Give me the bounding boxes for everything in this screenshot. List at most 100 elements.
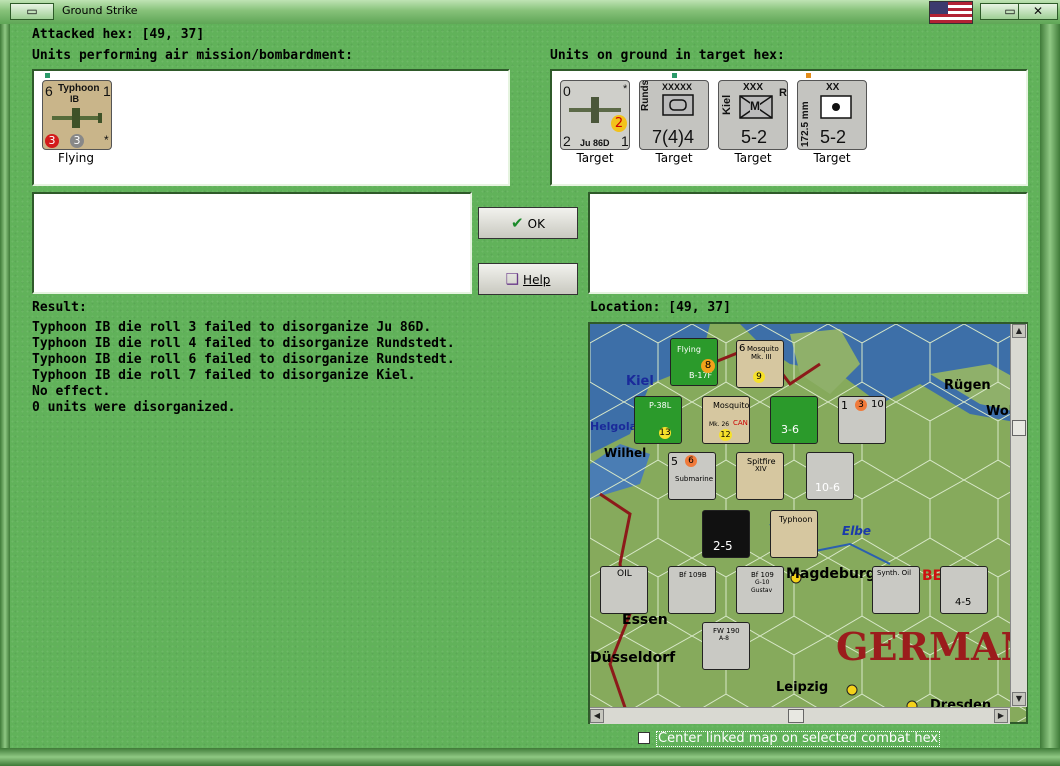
- scroll-down-icon[interactable]: ▼: [1012, 692, 1026, 706]
- attacker-info-panel: [32, 192, 472, 294]
- ground-unit-counter-ju86d[interactable]: 0 * 2 2 Ju 86D 1: [560, 80, 630, 150]
- window-frame-left: [0, 24, 10, 766]
- help-book-icon: ❑: [505, 270, 520, 288]
- center-map-checkbox-label[interactable]: Center linked map on selected combat hex: [656, 731, 941, 747]
- map-label-rugen: Rügen: [944, 378, 991, 393]
- map-counter-name: Flying: [677, 345, 701, 354]
- unit-star: *: [104, 133, 109, 147]
- map-counter-name: CAN: [733, 419, 748, 427]
- air-unit-counter[interactable]: 6 Typhoon IB 1 3 3 *: [42, 80, 112, 150]
- unit-size: XX: [826, 82, 840, 93]
- aircraft-icon: [52, 108, 102, 128]
- result-heading: Result:: [32, 300, 87, 315]
- map-counter-value: 9: [753, 371, 765, 383]
- location-value: [49, 37]: [668, 300, 731, 315]
- map-counter[interactable]: OIL: [600, 566, 648, 614]
- map-counter-name: Typhoon: [779, 515, 813, 524]
- ground-unit-counter-172mm[interactable]: XX 172.5 mm 5-2: [797, 80, 867, 150]
- map-counter[interactable]: 10-6: [806, 452, 854, 500]
- ok-button[interactable]: ✔ OK: [478, 207, 578, 239]
- result-line: No effect.: [32, 384, 111, 399]
- map-vertical-scrollbar[interactable]: ▲ ▼: [1010, 324, 1027, 707]
- map-counter-value: 6: [739, 343, 746, 354]
- map-counter[interactable]: 6 Mosquito Mk. III 9: [736, 340, 784, 388]
- map-label-elbe: Elbe: [842, 524, 872, 538]
- result-line: Typhoon IB die roll 4 failed to disorgan…: [32, 336, 455, 351]
- map-counter-name: Submarine: [675, 475, 713, 483]
- map-horizontal-scrollbar[interactable]: ◀ ▶: [590, 707, 1010, 724]
- ground-unit-status: Target: [813, 151, 851, 165]
- map-counter-value: 5: [671, 455, 678, 468]
- scroll-up-icon[interactable]: ▲: [1012, 324, 1026, 338]
- map-counter-value: 12: [719, 429, 732, 441]
- location-map[interactable]: Kiel Rügen Wol Helgoland Wilhel Elbe Mag…: [588, 322, 1028, 724]
- attacked-hex-value: [49, 37]: [141, 27, 205, 42]
- map-counter[interactable]: Flying B-17F 8: [670, 338, 718, 386]
- checkmark-icon: ✔: [511, 214, 524, 232]
- window-frame-right: [1040, 24, 1060, 766]
- scroll-right-icon[interactable]: ▶: [994, 709, 1008, 723]
- result-line: Typhoon IB die roll 6 failed to disorgan…: [32, 352, 455, 367]
- unit-flag: R: [779, 87, 787, 99]
- map-counter[interactable]: Synth. Oil: [872, 566, 920, 614]
- unit-strength: 5-2: [741, 127, 768, 147]
- location-label: Location: [49, 37]: [590, 300, 731, 315]
- unit-badge: 3: [70, 134, 84, 148]
- ground-unit-counter-kiel[interactable]: XXX R Kiel M 5-2: [718, 80, 788, 150]
- system-menu-button[interactable]: ▭: [10, 3, 54, 20]
- map-counter[interactable]: 1 3 10: [838, 396, 886, 444]
- close-button[interactable]: ✕: [1018, 3, 1058, 20]
- window-title: Ground Strike: [62, 4, 138, 17]
- air-units-panel: 6 Typhoon IB 1 3 3 * Flying: [32, 69, 510, 186]
- unit-side-name: 172.5 mm: [800, 101, 811, 147]
- map-counter[interactable]: Spitfire XIV: [736, 452, 784, 500]
- ground-units-panel: 0 * 2 2 Ju 86D 1 Target XXXXX Rundstedt …: [550, 69, 1028, 186]
- air-unit-status: Flying: [58, 151, 94, 165]
- title-bar: ▭ Ground Strike ▭ ✕: [0, 0, 1060, 25]
- map-counter-value: 2-5: [713, 539, 733, 553]
- map-label-leipzig: Leipzig: [776, 680, 829, 695]
- map-counter-value: 4-5: [955, 597, 972, 608]
- map-counter-value: 10: [871, 399, 884, 410]
- country-flag-icon: [929, 1, 973, 24]
- map-label-dusseldorf: Düsseldorf: [590, 650, 676, 666]
- unit-name: Ju 86D: [580, 138, 610, 148]
- unit-stat: 1: [103, 83, 111, 99]
- unit-size: XXXXX: [662, 82, 693, 92]
- map-label-germany: GERMAN: [836, 624, 1028, 669]
- vertical-scroll-thumb[interactable]: [1012, 420, 1026, 436]
- map-counter[interactable]: 5 6 Submarine: [668, 452, 716, 500]
- help-button[interactable]: ❑ Help: [478, 263, 578, 295]
- horizontal-scroll-thumb[interactable]: [788, 709, 804, 723]
- map-counter-value: 13: [659, 427, 671, 439]
- map-counter[interactable]: P-38L 13: [634, 396, 682, 444]
- window-frame-bottom: [0, 748, 1060, 766]
- map-counter[interactable]: Mosquito Mk. 26 CAN 12: [702, 396, 750, 444]
- map-counter-value: 3: [855, 399, 867, 411]
- map-counter[interactable]: Bf 109B: [668, 566, 716, 614]
- map-counter[interactable]: Typhoon: [770, 510, 818, 558]
- map-label-kiel: Kiel: [626, 374, 654, 389]
- artillery-symbol-icon: [820, 95, 852, 119]
- map-counter-name: Bf 109B: [679, 571, 707, 579]
- map-counter[interactable]: 4-5: [940, 566, 988, 614]
- result-line: Typhoon IB die roll 7 failed to disorgan…: [32, 368, 416, 383]
- unit-marker: [45, 73, 50, 78]
- map-counter-value: 10-6: [815, 481, 840, 494]
- result-log: Typhoon IB die roll 3 failed to disorgan…: [32, 320, 455, 416]
- result-line: 0 units were disorganized.: [32, 400, 236, 415]
- ground-unit-counter-rundstedt[interactable]: XXXXX Rundstedt 7(4)4: [639, 80, 709, 150]
- center-map-checkbox[interactable]: [638, 732, 650, 744]
- scroll-left-icon[interactable]: ◀: [590, 709, 604, 723]
- map-counter[interactable]: 3-6: [770, 396, 818, 444]
- air-units-heading: Units performing air mission/bombardment…: [32, 48, 353, 63]
- map-counter[interactable]: 2-5: [702, 510, 750, 558]
- unit-stat: 1: [621, 133, 629, 149]
- map-counter-name: Synth. Oil: [877, 569, 912, 577]
- unit-subname: IB: [70, 94, 79, 104]
- unit-symbol-icon: [662, 94, 694, 116]
- unit-size: XXX: [743, 82, 764, 93]
- unit-side-name: Rundstedt: [640, 80, 651, 111]
- map-counter[interactable]: FW 190 A-8: [702, 622, 750, 670]
- map-counter[interactable]: Bf 109 G-10 Gustav: [736, 566, 784, 614]
